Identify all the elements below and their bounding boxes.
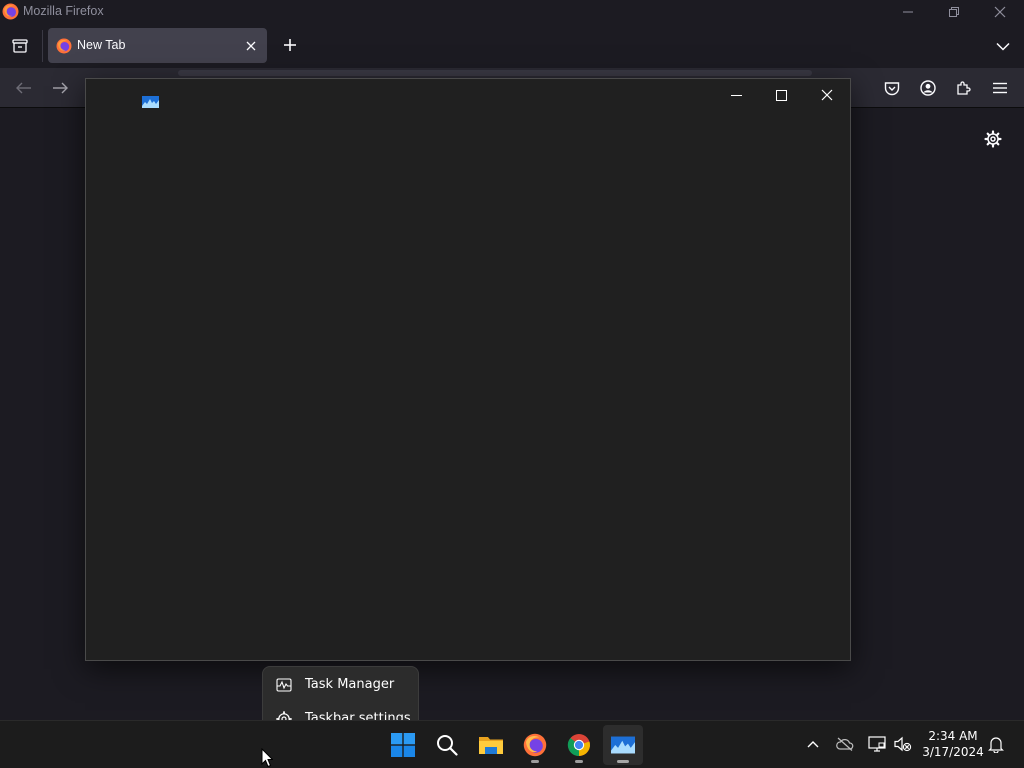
firefox-icon xyxy=(523,733,547,757)
task-manager-taskbar-button[interactable] xyxy=(603,725,643,765)
search-icon xyxy=(437,735,458,756)
file-explorer-button[interactable] xyxy=(471,725,511,765)
gear-icon xyxy=(984,130,1002,148)
firefox-title-bar: Mozilla Firefox xyxy=(0,0,1024,24)
close-tab-button[interactable] xyxy=(243,38,259,54)
search-button[interactable] xyxy=(427,725,467,765)
close-icon xyxy=(994,6,1006,18)
app-menu-button[interactable] xyxy=(986,74,1014,102)
menu-item-label: Task Manager xyxy=(305,677,395,692)
firefox-favicon-icon xyxy=(56,38,72,54)
windows-taskbar: 2:34 AM 3/17/2024 xyxy=(0,720,1024,768)
taskbar-clock[interactable]: 2:34 AM 3/17/2024 xyxy=(918,728,988,760)
hamburger-menu-icon xyxy=(993,82,1007,94)
task-manager-icon xyxy=(142,96,159,108)
tab-strip: New Tab xyxy=(0,24,1024,68)
task-manager-maximize-button[interactable] xyxy=(758,81,804,109)
tab-title: New Tab xyxy=(77,38,126,52)
tab-new-tab[interactable]: New Tab xyxy=(48,28,267,63)
arrow-left-icon xyxy=(16,82,31,94)
customize-new-tab-button[interactable] xyxy=(981,127,1005,151)
arrow-right-icon xyxy=(53,82,68,94)
clock-date: 3/17/2024 xyxy=(922,745,984,759)
account-button[interactable] xyxy=(914,74,942,102)
extensions-button[interactable] xyxy=(950,74,978,102)
running-indicator xyxy=(575,760,583,763)
account-icon xyxy=(920,80,936,96)
minimize-icon xyxy=(903,11,913,13)
windows-logo-icon xyxy=(391,733,415,757)
firefox-logo-icon xyxy=(2,3,19,20)
task-manager-minimize-button[interactable] xyxy=(713,81,759,109)
list-all-tabs-button[interactable] xyxy=(990,33,1016,59)
close-icon xyxy=(246,41,256,51)
bell-icon xyxy=(988,736,1004,753)
minimize-button[interactable] xyxy=(885,0,931,24)
close-window-button[interactable] xyxy=(977,0,1023,24)
chevron-up-icon xyxy=(807,741,819,748)
pocket-icon xyxy=(884,81,900,95)
firefox-taskbar-button[interactable] xyxy=(515,725,555,765)
clock-time: 2:34 AM xyxy=(928,729,978,743)
menu-item-label: Taskbar settings xyxy=(305,711,411,720)
taskbar-context-menu: Task Manager Taskbar settings xyxy=(262,666,419,720)
close-icon xyxy=(821,89,833,101)
restore-icon xyxy=(949,7,959,17)
running-indicator xyxy=(531,760,539,763)
firefox-view-button[interactable] xyxy=(6,32,34,60)
url-bar[interactable] xyxy=(178,70,812,76)
new-tab-button[interactable] xyxy=(278,33,302,57)
chrome-icon xyxy=(567,734,590,757)
minimize-icon xyxy=(730,94,742,96)
running-indicator xyxy=(617,760,629,763)
show-hidden-icons-button[interactable] xyxy=(802,733,824,755)
menu-item-taskbar-settings[interactable]: Taskbar settings xyxy=(263,702,418,720)
network-tray-icon[interactable] xyxy=(866,733,888,755)
forward-button[interactable] xyxy=(46,74,74,102)
puzzle-icon xyxy=(957,81,971,95)
volume-tray-icon[interactable] xyxy=(892,733,914,755)
mouse-cursor-icon xyxy=(261,748,273,768)
firefox-view-icon xyxy=(12,39,28,53)
chrome-taskbar-button[interactable] xyxy=(559,725,599,765)
cloud-off-icon xyxy=(836,737,854,751)
task-manager-icon xyxy=(276,678,292,692)
back-button[interactable] xyxy=(10,74,38,102)
pocket-button[interactable] xyxy=(878,74,906,102)
folder-icon xyxy=(479,737,503,754)
tab-separator xyxy=(42,30,43,62)
task-manager-window xyxy=(85,78,851,661)
restore-button[interactable] xyxy=(931,0,977,24)
task-manager-close-button[interactable] xyxy=(804,81,850,109)
window-title: Mozilla Firefox xyxy=(23,4,104,18)
gear-icon xyxy=(276,711,292,720)
volume-muted-icon xyxy=(894,736,912,752)
chevron-down-icon xyxy=(996,42,1010,51)
menu-item-task-manager[interactable]: Task Manager xyxy=(263,668,418,702)
network-icon xyxy=(868,736,886,752)
maximize-icon xyxy=(775,89,787,101)
notifications-button[interactable] xyxy=(985,733,1007,755)
start-button[interactable] xyxy=(383,725,423,765)
onedrive-tray-icon[interactable] xyxy=(834,733,856,755)
plus-icon xyxy=(284,39,296,51)
task-manager-icon xyxy=(611,736,635,754)
